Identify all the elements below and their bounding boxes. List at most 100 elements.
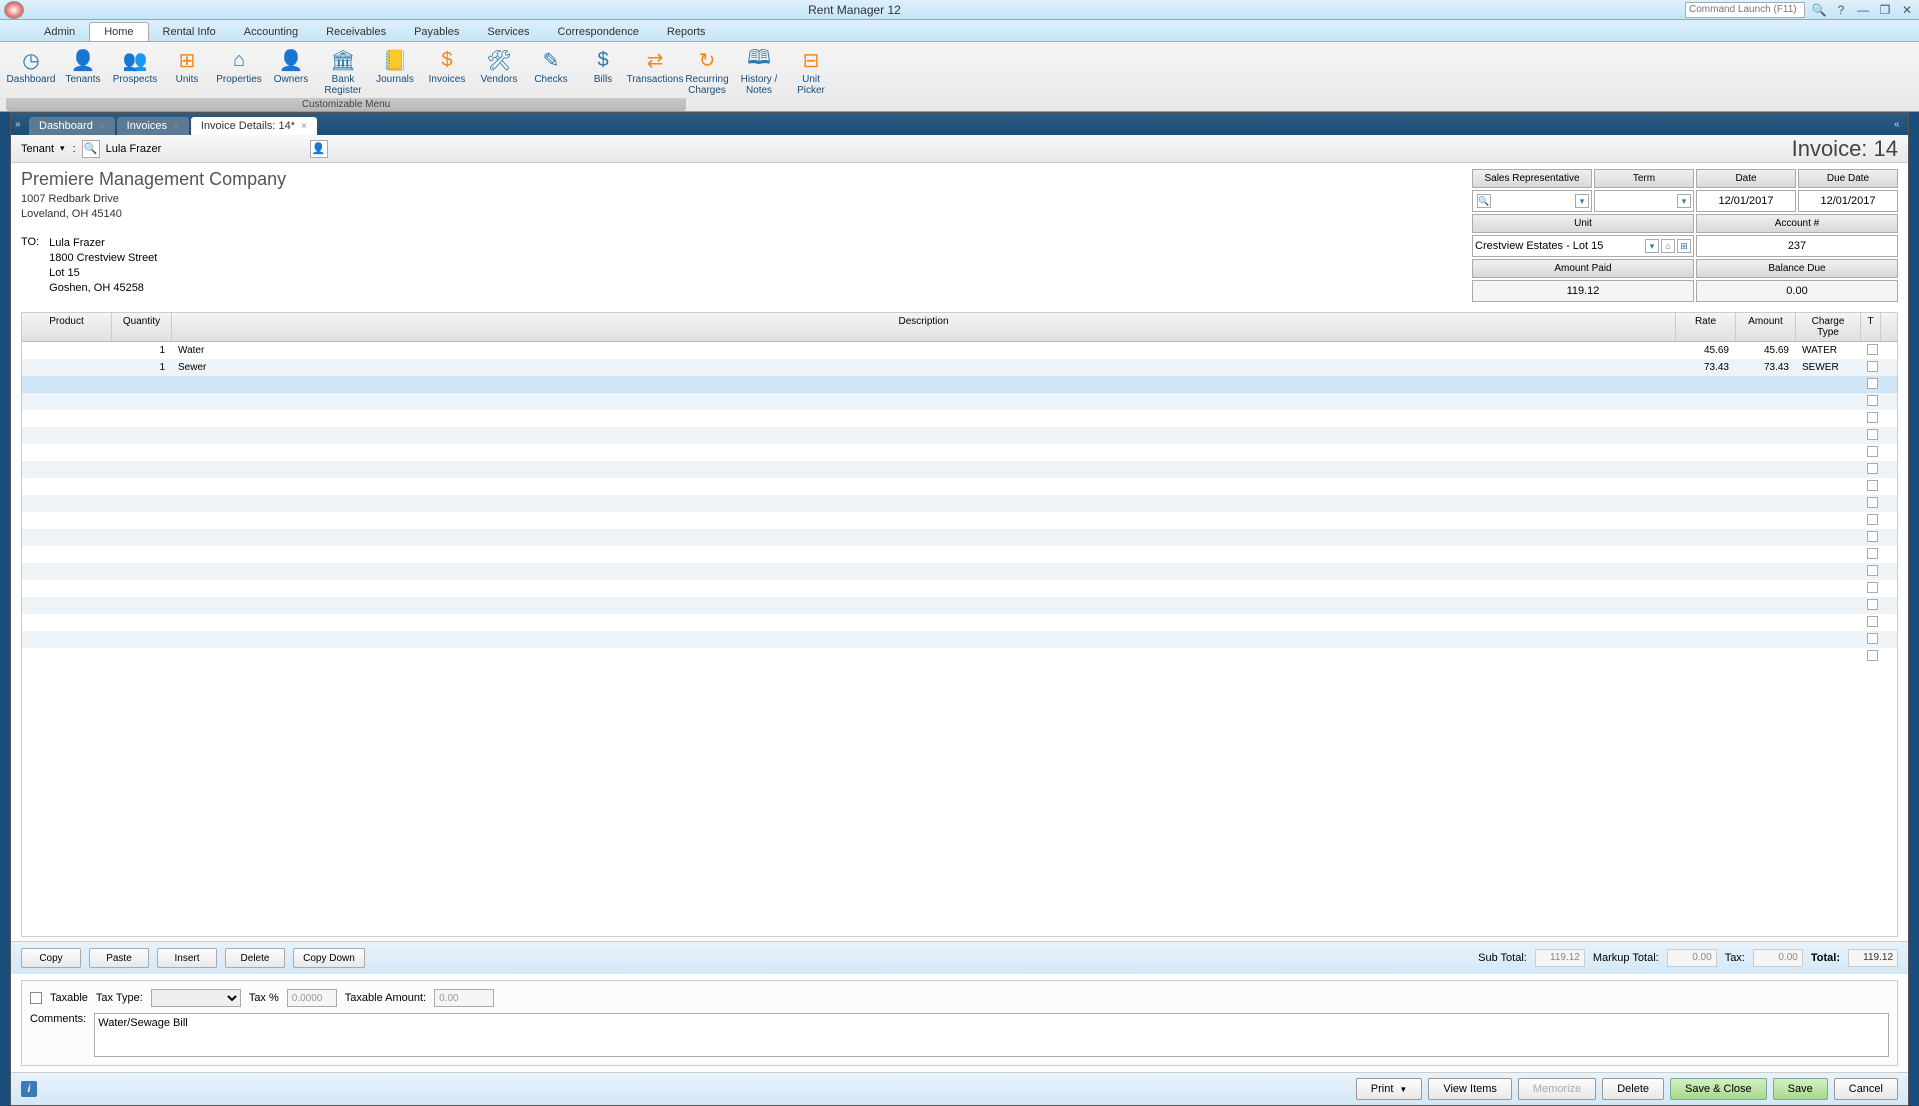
tax-checkbox[interactable] [1867,378,1878,389]
close-icon[interactable]: ✕ [1899,2,1915,18]
tool-bills[interactable]: $Bills [578,46,628,98]
tax-checkbox[interactable] [1867,361,1878,372]
table-row[interactable] [22,427,1897,444]
col-quantity[interactable]: Quantity [112,313,172,341]
tax-checkbox[interactable] [1867,599,1878,610]
help-icon[interactable]: ? [1833,2,1849,18]
tool-history-notes[interactable]: 🕮History / Notes [734,46,784,98]
menu-correspondence[interactable]: Correspondence [544,23,653,41]
tab-close-icon[interactable]: × [99,121,105,132]
table-row[interactable] [22,495,1897,512]
tool-transactions[interactable]: ⇄Transactions [630,46,680,98]
tenant-name[interactable]: Lula Frazer [106,143,306,155]
taxable-checkbox[interactable] [30,992,42,1004]
tool-units[interactable]: ⊞Units [162,46,212,98]
date-field[interactable]: 12/01/2017 [1696,190,1796,212]
tab-close-icon[interactable]: × [173,121,179,132]
table-row[interactable] [22,563,1897,580]
copydown-button[interactable]: Copy Down [293,948,365,968]
col-t[interactable]: T [1861,313,1881,341]
taxpct-input[interactable] [287,989,337,1007]
tax-checkbox[interactable] [1867,395,1878,406]
tax-checkbox[interactable] [1867,344,1878,355]
tab-invoice-details-14-[interactable]: Invoice Details: 14*× [191,117,317,135]
tax-checkbox[interactable] [1867,429,1878,440]
table-row[interactable] [22,410,1897,427]
paste-button[interactable]: Paste [89,948,149,968]
tax-checkbox[interactable] [1867,531,1878,542]
tax-checkbox[interactable] [1867,650,1878,661]
unit-dropdown-icon[interactable]: ▾ [1645,239,1659,253]
tenant-card-icon[interactable]: 👤 [310,140,328,158]
menu-admin[interactable]: Admin [30,23,89,41]
salesrep-field[interactable]: 🔍▾ [1472,190,1592,212]
delete-button[interactable]: Delete [1602,1078,1664,1100]
save-close-button[interactable]: Save & Close [1670,1078,1767,1100]
tabs-scroll-left-icon[interactable]: » [15,119,29,130]
tax-checkbox[interactable] [1867,412,1878,423]
tenant-search-icon[interactable]: 🔍 [82,140,100,158]
unit-home-icon[interactable]: ⌂ [1661,239,1675,253]
maximize-icon[interactable]: ❐ [1877,2,1893,18]
tax-checkbox[interactable] [1867,463,1878,474]
menu-reports[interactable]: Reports [653,23,720,41]
comments-textarea[interactable] [94,1013,1889,1057]
cancel-button[interactable]: Cancel [1834,1078,1898,1100]
save-button[interactable]: Save [1773,1078,1828,1100]
tool-checks[interactable]: ✎Checks [526,46,576,98]
tool-properties[interactable]: ⌂Properties [214,46,264,98]
term-dropdown-icon[interactable]: ▾ [1677,194,1691,208]
tenant-type-dropdown-icon[interactable]: ▾ [60,143,65,154]
tool-tenants[interactable]: 👤Tenants [58,46,108,98]
tax-checkbox[interactable] [1867,565,1878,576]
tool-journals[interactable]: 📒Journals [370,46,420,98]
salesrep-dropdown-icon[interactable]: ▾ [1575,194,1589,208]
tax-checkbox[interactable] [1867,616,1878,627]
minimize-icon[interactable]: — [1855,2,1871,18]
print-dropdown-icon[interactable]: ▼ [1399,1085,1407,1094]
table-row[interactable] [22,376,1897,393]
table-row[interactable] [22,529,1897,546]
table-row[interactable] [22,614,1897,631]
table-row[interactable]: 1Sewer73.4373.43SEWER [22,359,1897,376]
account-field[interactable]: 237 [1696,235,1898,257]
table-row[interactable] [22,631,1897,648]
duedate-field[interactable]: 12/01/2017 [1798,190,1898,212]
col-description[interactable]: Description [172,313,1676,341]
table-row[interactable] [22,597,1897,614]
tax-checkbox[interactable] [1867,633,1878,644]
tool-invoices[interactable]: $Invoices [422,46,472,98]
taxtype-select[interactable] [151,989,241,1007]
tax-checkbox[interactable] [1867,548,1878,559]
menu-payables[interactable]: Payables [400,23,473,41]
tool-unit-picker[interactable]: ⊟Unit Picker [786,46,836,98]
print-button[interactable]: Print▼ [1356,1078,1423,1100]
tax-checkbox[interactable] [1867,582,1878,593]
table-row[interactable] [22,648,1897,665]
search-icon[interactable]: 🔍 [1811,2,1827,18]
col-amount[interactable]: Amount [1736,313,1796,341]
tool-bank-register[interactable]: 🏛Bank Register [318,46,368,98]
tax-checkbox[interactable] [1867,514,1878,525]
table-row[interactable] [22,512,1897,529]
table-row[interactable] [22,393,1897,410]
menu-receivables[interactable]: Receivables [312,23,400,41]
menu-rental-info[interactable]: Rental Info [149,23,230,41]
delete-row-button[interactable]: Delete [225,948,285,968]
unit-grid-icon[interactable]: ⊞ [1677,239,1691,253]
tab-dashboard[interactable]: Dashboard× [29,117,115,135]
viewitems-button[interactable]: View Items [1428,1078,1512,1100]
unit-field[interactable]: Crestview Estates - Lot 15▾⌂⊞ [1472,235,1694,257]
tabs-scroll-right-icon[interactable]: « [1894,119,1908,130]
col-rate[interactable]: Rate [1676,313,1736,341]
tool-owners[interactable]: 👤Owners [266,46,316,98]
copy-button[interactable]: Copy [21,948,81,968]
table-row[interactable] [22,461,1897,478]
tax-checkbox[interactable] [1867,497,1878,508]
tool-prospects[interactable]: 👥Prospects [110,46,160,98]
tab-invoices[interactable]: Invoices× [117,117,189,135]
tool-dashboard[interactable]: ◷Dashboard [6,46,56,98]
table-body[interactable]: 1Water45.6945.69WATER1Sewer73.4373.43SEW… [22,342,1897,936]
memorize-button[interactable]: Memorize [1518,1078,1596,1100]
tab-close-icon[interactable]: × [301,121,307,132]
